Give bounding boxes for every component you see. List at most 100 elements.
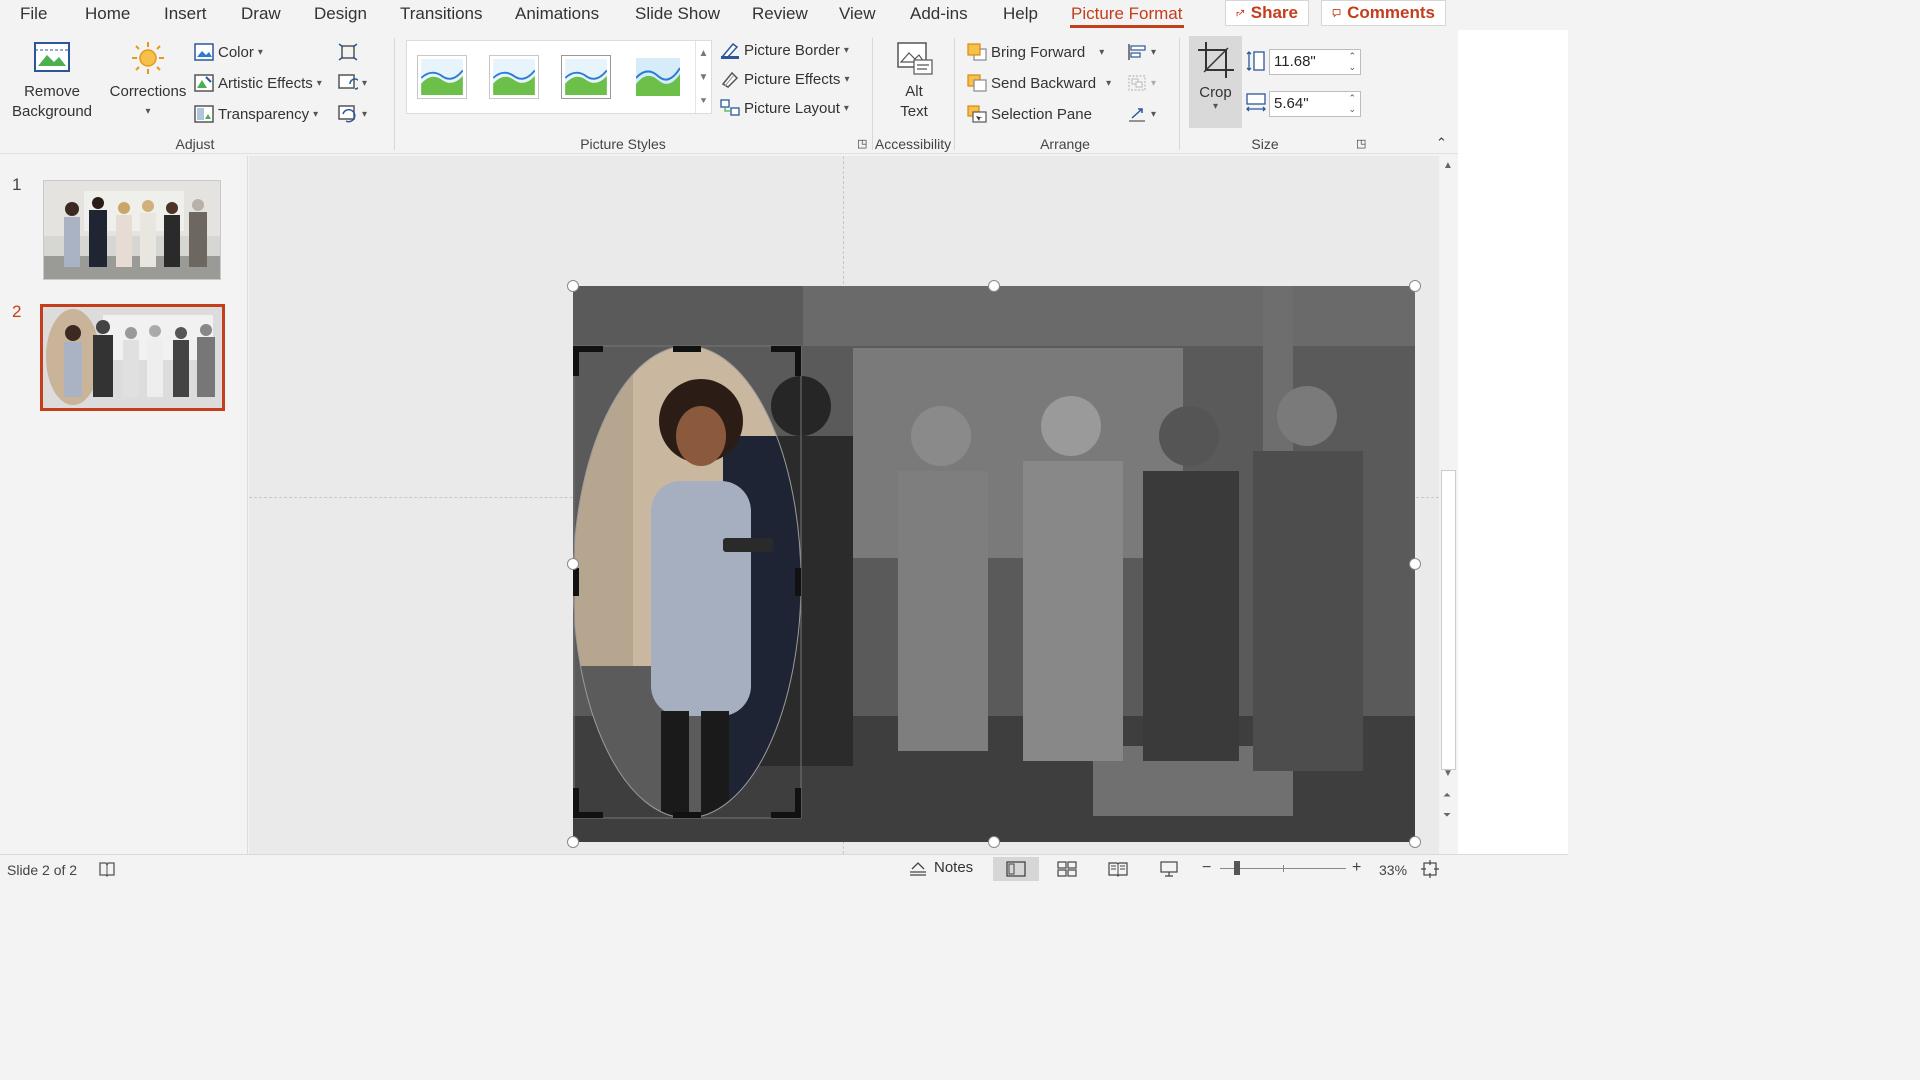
alt-text-label-1: Alt — [905, 83, 923, 100]
picture-border-button[interactable]: Picture Border ▾ — [720, 38, 849, 62]
selection-pane-label: Selection Pane — [991, 105, 1092, 123]
rotate-icon — [1129, 108, 1145, 122]
tab-slide-show[interactable]: Slide Show — [635, 4, 720, 24]
status-bar: Slide 2 of 2 Notes − + 33% — [0, 854, 1568, 882]
tab-add-ins[interactable]: Add-ins — [910, 4, 968, 24]
artistic-effects-label: Artistic Effects — [218, 74, 313, 92]
zoom-level[interactable]: 33% — [1379, 862, 1407, 878]
tab-transitions[interactable]: Transitions — [400, 4, 483, 24]
picture-style-option[interactable] — [489, 55, 539, 99]
selection-pane-button[interactable]: Selection Pane — [967, 102, 1092, 126]
scrollbar-thumb[interactable] — [1441, 470, 1456, 770]
dialog-launcher-icon[interactable]: ◳ — [1356, 136, 1366, 150]
share-button[interactable]: Share — [1225, 0, 1309, 26]
tab-picture-format[interactable]: Picture Format — [1071, 4, 1182, 24]
right-margin — [1458, 30, 1568, 854]
slide-show-button[interactable] — [1146, 857, 1192, 881]
tab-help[interactable]: Help — [1003, 4, 1038, 24]
notes-button[interactable]: Notes — [908, 859, 973, 876]
align-button[interactable]: ▾ — [1127, 40, 1156, 64]
tab-draw[interactable]: Draw — [241, 4, 281, 24]
zoom-slider[interactable] — [1220, 861, 1346, 875]
align-icon — [1128, 44, 1146, 60]
picture-styles-group-label: Picture Styles — [580, 136, 666, 152]
collapse-ribbon-icon[interactable]: ⌃ — [1436, 135, 1447, 150]
zoom-out-button[interactable]: − — [1202, 859, 1211, 877]
corrections-button[interactable]: Corrections ▾ — [106, 40, 190, 122]
group-objects-button[interactable]: ▾ — [1127, 71, 1156, 95]
fit-to-window-icon[interactable] — [1421, 860, 1439, 878]
zoom-in-button[interactable]: + — [1352, 859, 1361, 877]
tab-view[interactable]: View — [839, 4, 876, 24]
tab-insert[interactable]: Insert — [164, 4, 207, 24]
resize-handle-top-right[interactable] — [1409, 280, 1421, 292]
tab-design[interactable]: Design — [314, 4, 367, 24]
comments-label: Comments — [1347, 3, 1435, 22]
corrections-label: Corrections — [109, 83, 187, 100]
chevron-down-icon[interactable]: ⌄ — [1348, 105, 1356, 114]
slide-thumbnail[interactable] — [43, 180, 221, 280]
send-backward-button[interactable]: Send Backward ▾ — [967, 71, 1111, 95]
resize-handle-top[interactable] — [988, 280, 1000, 292]
bring-forward-button[interactable]: Bring Forward ▾ — [967, 40, 1104, 64]
change-picture-button[interactable]: ▾ — [338, 71, 367, 95]
tab-file[interactable]: File — [20, 4, 47, 24]
resize-handle-bottom-left[interactable] — [567, 836, 579, 848]
tab-home[interactable]: Home — [85, 4, 130, 24]
landscape-icon — [420, 59, 464, 95]
scroll-up-icon[interactable]: ▲ — [1443, 160, 1453, 171]
scroll-down-icon[interactable]: ▼ — [1443, 768, 1453, 779]
picture-style-option[interactable] — [633, 55, 683, 99]
dialog-launcher-icon[interactable]: ◳ — [857, 136, 867, 150]
chevron-up-icon[interactable]: ⌃ — [1348, 52, 1356, 61]
shape-height-input[interactable]: 11.68" ⌃ ⌄ — [1269, 49, 1361, 75]
slide-sorter-button[interactable] — [1044, 857, 1090, 881]
comments-button[interactable]: Comments — [1321, 0, 1446, 26]
resize-handle-bottom[interactable] — [988, 836, 1000, 848]
resize-handle-top-left[interactable] — [567, 280, 579, 292]
chevron-down-icon[interactable]: ⌄ — [1348, 63, 1356, 72]
resize-handle-right[interactable] — [1409, 558, 1421, 570]
shape-width-input[interactable]: 5.64" ⌃ ⌄ — [1269, 91, 1361, 117]
resize-handle-bottom-right[interactable] — [1409, 836, 1421, 848]
picture-effects-button[interactable]: Picture Effects ▾ — [720, 67, 849, 91]
transparency-button[interactable]: Transparency ▾ — [194, 102, 318, 126]
chevron-down-icon: ▾ — [1151, 46, 1157, 58]
chevron-up-icon[interactable]: ⌃ — [1348, 94, 1356, 103]
selected-picture[interactable] — [573, 286, 1415, 842]
chevron-up-icon[interactable]: ▲ — [699, 48, 709, 59]
slide-info: Slide 2 of 2 — [7, 862, 78, 878]
remove-background-button[interactable]: Remove Background — [8, 40, 96, 122]
accessibility-checker-icon[interactable] — [98, 861, 116, 877]
landscape-icon — [564, 59, 608, 95]
slide-show-icon — [1160, 861, 1178, 877]
picture-layout-button[interactable]: Picture Layout ▾ — [720, 96, 849, 120]
reading-view-button[interactable] — [1095, 857, 1141, 881]
picture-style-option[interactable] — [417, 55, 467, 99]
tab-review[interactable]: Review — [752, 4, 808, 24]
group-objects-icon — [1128, 75, 1146, 91]
alt-text-button[interactable]: Alt Text — [884, 40, 944, 122]
compress-pictures-button[interactable] — [338, 40, 358, 64]
normal-view-button[interactable] — [993, 857, 1039, 881]
rotate-button[interactable]: ▾ — [1127, 102, 1156, 126]
previous-slide-icon[interactable]: ⏶ — [1443, 790, 1451, 801]
reset-picture-button[interactable]: ▾ — [338, 102, 367, 126]
adjust-group-label: Adjust — [175, 136, 215, 152]
alt-text-icon — [897, 42, 933, 75]
chevron-down-icon[interactable]: ▼ — [699, 72, 709, 83]
resize-handle-left[interactable] — [567, 558, 579, 570]
tab-animations[interactable]: Animations — [515, 4, 599, 24]
more-icon[interactable]: ⯆ — [700, 96, 708, 107]
artistic-effects-button[interactable]: Artistic Effects ▾ — [194, 71, 322, 95]
next-slide-icon[interactable]: ⏷ — [1443, 810, 1451, 821]
vertical-scrollbar[interactable]: ▲ ▼ ⏶ ⏷ — [1439, 156, 1458, 854]
shape-height-value: 11.68" — [1274, 53, 1316, 70]
zoom-slider-thumb[interactable] — [1234, 861, 1240, 875]
gallery-scroll[interactable]: ▲ ▼ ⯆ — [695, 41, 711, 113]
slide-thumbnail-selected[interactable] — [40, 304, 225, 411]
color-button[interactable]: Color ▾ — [194, 40, 263, 64]
change-picture-icon — [338, 74, 358, 90]
picture-style-option[interactable] — [561, 55, 611, 99]
crop-button[interactable]: Crop ▾ — [1189, 36, 1242, 128]
